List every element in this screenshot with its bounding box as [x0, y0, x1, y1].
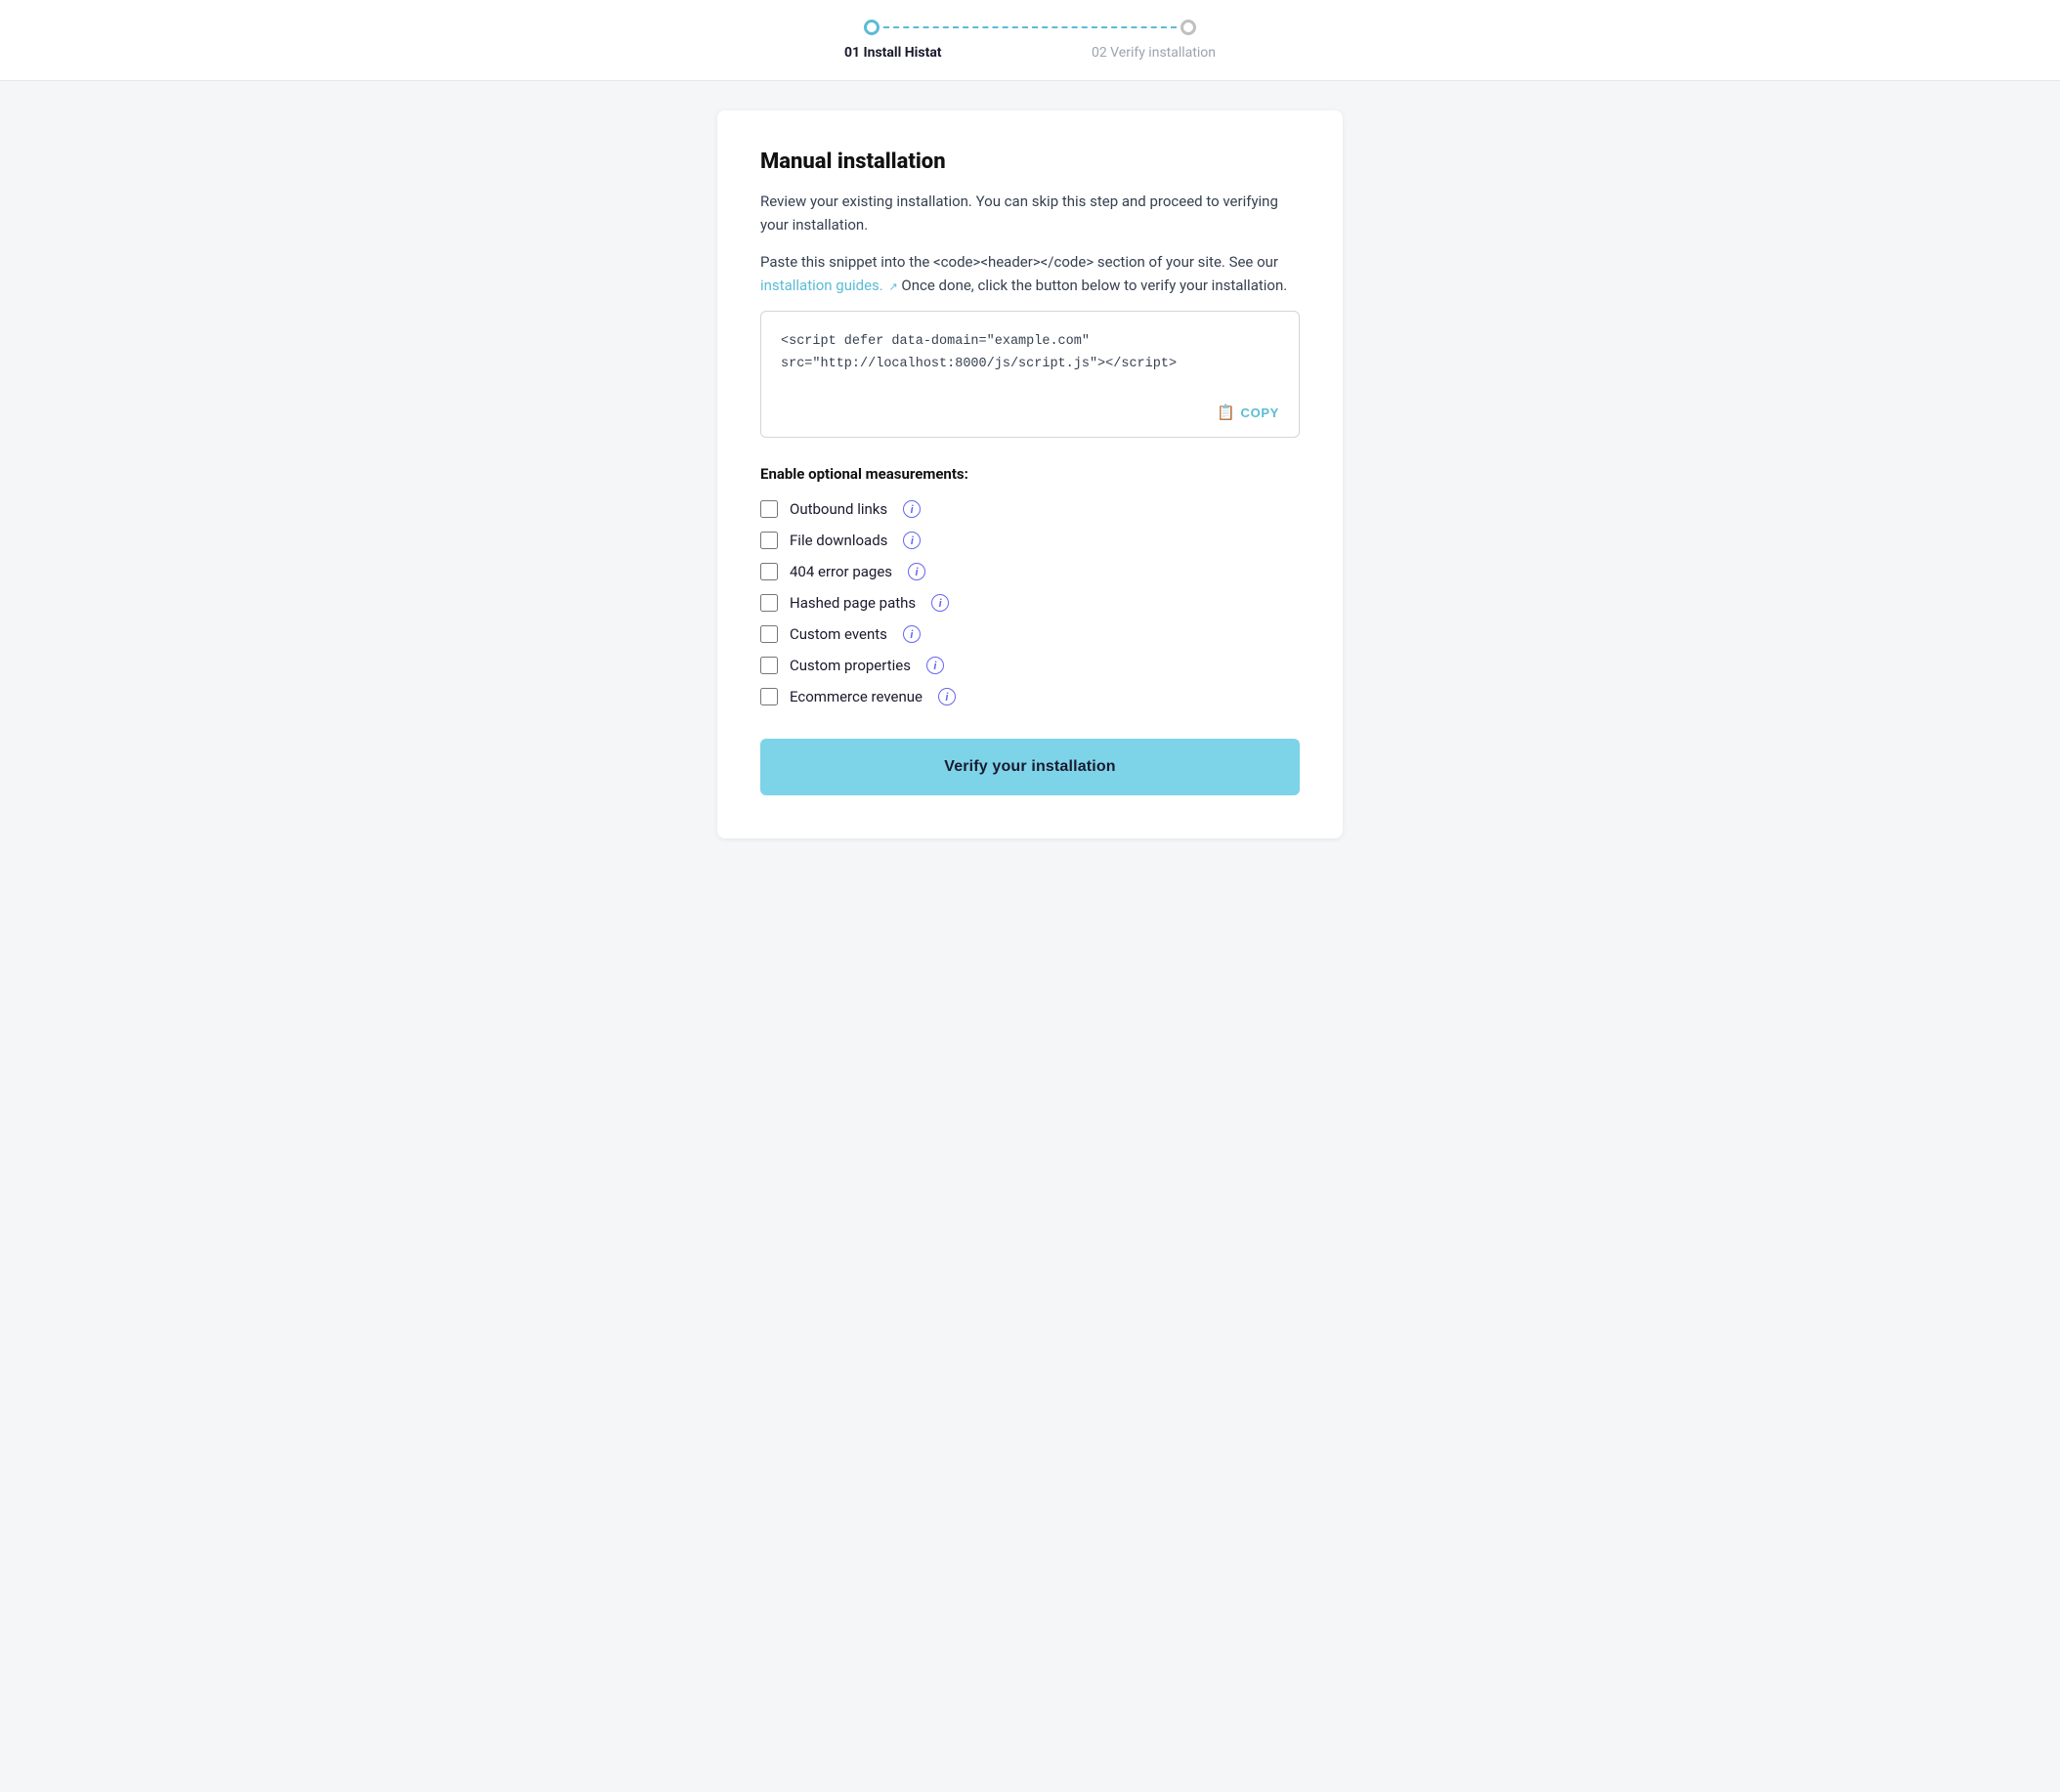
external-link-icon: ↗	[888, 280, 897, 293]
custom-events-label[interactable]: Custom events	[790, 625, 887, 643]
list-item: Custom properties i	[760, 657, 1300, 674]
outbound-links-checkbox[interactable]	[760, 500, 778, 518]
file-downloads-label[interactable]: File downloads	[790, 532, 887, 549]
custom-events-info-icon[interactable]: i	[903, 625, 921, 643]
list-item: Ecommerce revenue i	[760, 688, 1300, 705]
ecommerce-revenue-checkbox[interactable]	[760, 688, 778, 705]
outbound-links-label[interactable]: Outbound links	[790, 500, 887, 518]
custom-properties-label[interactable]: Custom properties	[790, 657, 911, 674]
description-1: Review your existing installation. You c…	[760, 190, 1300, 236]
list-item: Custom events i	[760, 625, 1300, 643]
installation-guides-link[interactable]: installation guides. ↗	[760, 277, 898, 294]
card-title: Manual installation	[760, 149, 1300, 174]
measurements-title: Enable optional measurements:	[760, 465, 1300, 483]
404-pages-label[interactable]: 404 error pages	[790, 563, 892, 580]
main-content: Manual installation Review your existing…	[0, 81, 2060, 897]
custom-properties-info-icon[interactable]: i	[926, 657, 944, 674]
stepper	[864, 20, 1196, 35]
ecommerce-revenue-label[interactable]: Ecommerce revenue	[790, 688, 923, 705]
list-item: 404 error pages i	[760, 563, 1300, 580]
code-block: <script defer data-domain="example.com" …	[760, 311, 1300, 438]
copy-icon: 📋	[1217, 404, 1235, 421]
list-item: Hashed page paths i	[760, 594, 1300, 612]
copy-button[interactable]: 📋 COPY	[1211, 400, 1285, 425]
top-bar: 01 Install Histat 02 Verify installation	[0, 0, 2060, 81]
copy-label: COPY	[1241, 405, 1279, 420]
404-pages-info-icon[interactable]: i	[908, 563, 925, 580]
file-downloads-info-icon[interactable]: i	[903, 532, 921, 549]
custom-events-checkbox[interactable]	[760, 625, 778, 643]
card: Manual installation Review your existing…	[717, 110, 1343, 838]
list-item: File downloads i	[760, 532, 1300, 549]
hashed-paths-info-icon[interactable]: i	[931, 594, 949, 612]
hashed-paths-label[interactable]: Hashed page paths	[790, 594, 916, 612]
step1-dot	[864, 20, 880, 35]
description-2: Paste this snippet into the <code><heade…	[760, 250, 1300, 297]
file-downloads-checkbox[interactable]	[760, 532, 778, 549]
custom-properties-checkbox[interactable]	[760, 657, 778, 674]
outbound-links-info-icon[interactable]: i	[903, 500, 921, 518]
step-labels: 01 Install Histat 02 Verify installation	[844, 45, 1216, 61]
step-line	[883, 26, 1177, 28]
step1-label: 01 Install Histat	[844, 45, 942, 61]
step2-label: 02 Verify installation	[1092, 45, 1216, 61]
list-item: Outbound links i	[760, 500, 1300, 518]
checkbox-list: Outbound links i File downloads i 404 er…	[760, 500, 1300, 705]
verify-installation-button[interactable]: Verify your installation	[760, 739, 1300, 795]
code-snippet: <script defer data-domain="example.com" …	[781, 331, 1279, 376]
hashed-paths-checkbox[interactable]	[760, 594, 778, 612]
step2-dot	[1180, 20, 1196, 35]
ecommerce-revenue-info-icon[interactable]: i	[938, 688, 956, 705]
404-pages-checkbox[interactable]	[760, 563, 778, 580]
